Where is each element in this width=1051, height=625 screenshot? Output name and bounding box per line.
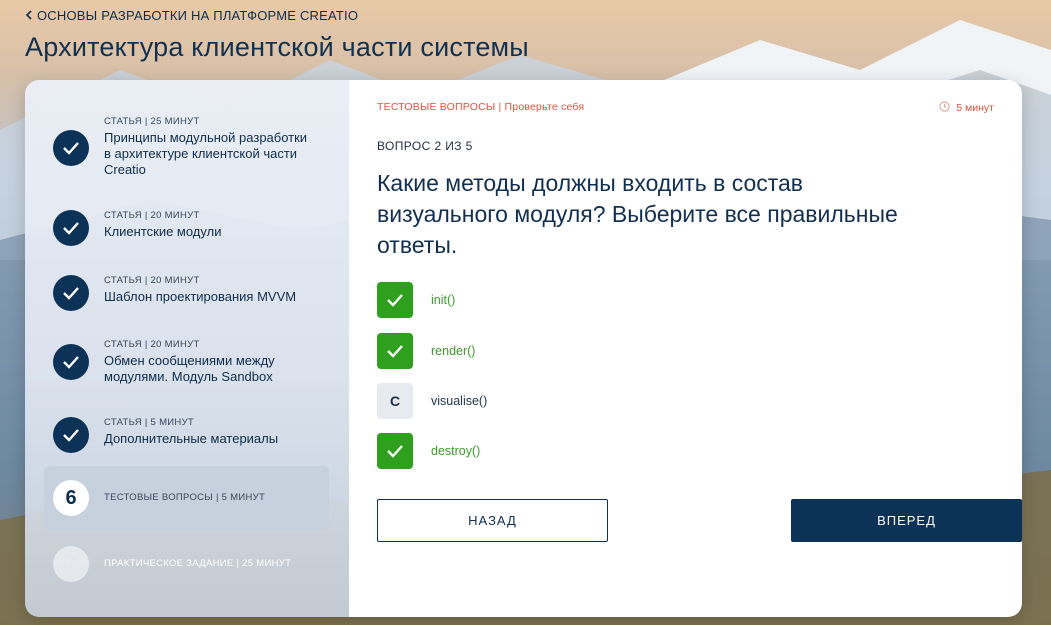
step-meta: СТАТЬЯ | 5 МИНУТ xyxy=(104,417,195,428)
chevron-left-icon xyxy=(25,8,33,23)
sidebar-step-1[interactable]: СТАТЬЯ | 25 МИНУТ Принципы модульной раз… xyxy=(44,114,329,182)
course-sidebar: СТАТЬЯ | 25 МИНУТ Принципы модульной раз… xyxy=(25,80,349,617)
step-meta: ПРАКТИЧЕСКОЕ ЗАДАНИЕ | 25 МИНУТ xyxy=(104,558,292,569)
step-number-badge: 7 xyxy=(53,546,89,582)
step-number: 7 xyxy=(64,551,78,576)
answer-label: destroy() xyxy=(431,444,481,458)
step-meta: СТАТЬЯ | 20 МИНУТ xyxy=(104,210,200,221)
completed-check-icon xyxy=(53,344,89,380)
step-meta: СТАТЬЯ | 25 МИНУТ xyxy=(104,116,200,127)
sidebar-step-7-locked: 7 ПРАКТИЧЕСКОЕ ЗАДАНИЕ | 25 МИНУТ xyxy=(44,544,329,584)
step-title: Шаблон проектирования MVVM xyxy=(104,289,297,304)
answer-option-3[interactable]: C visualise() xyxy=(377,383,487,419)
timer-text: 5 минут xyxy=(956,102,994,114)
step-number-badge: 6 xyxy=(53,480,89,516)
lesson-card: СТАТЬЯ | 25 МИНУТ Принципы модульной раз… xyxy=(25,80,1022,617)
question-text: Какие методы должны входить в состав виз… xyxy=(377,170,898,258)
step-title: Дополнительные материалы xyxy=(104,431,279,446)
check-icon xyxy=(387,345,403,358)
sidebar-step-6-active[interactable]: 6 ТЕСТОВЫЕ ВОПРОСЫ | 5 МИНУТ xyxy=(44,466,329,530)
quiz-section-label: ТЕСТОВЫЕ ВОПРОСЫ | Проверьте себя xyxy=(377,101,585,113)
question-counter: ВОПРОС 2 ИЗ 5 xyxy=(377,139,473,153)
answer-label: visualise() xyxy=(431,394,488,408)
breadcrumb[interactable]: ОСНОВЫ РАЗРАБОТКИ НА ПЛАТФОРМЕ CREATIO xyxy=(25,8,529,23)
page-title: Архитектура клиентской части системы xyxy=(25,32,529,62)
check-icon xyxy=(387,445,403,458)
answer-option-1[interactable]: init() xyxy=(377,282,455,318)
sidebar-step-2[interactable]: СТАТЬЯ | 20 МИНУТ Клиентские модули xyxy=(44,208,329,248)
answer-label: render() xyxy=(431,344,476,358)
step-title: Принципы модульной разработки в архитект… xyxy=(104,130,308,177)
checkbox-checked[interactable] xyxy=(377,433,413,469)
answer-letter: C xyxy=(389,393,401,409)
step-number: 6 xyxy=(65,486,77,509)
step-meta: СТАТЬЯ | 20 МИНУТ xyxy=(104,275,200,286)
sidebar-step-4[interactable]: СТАТЬЯ | 20 МИНУТ Обмен сообщениями межд… xyxy=(44,336,329,390)
answer-option-4[interactable]: destroy() xyxy=(377,433,480,469)
completed-check-icon xyxy=(53,210,89,246)
checkbox-checked[interactable] xyxy=(377,282,413,318)
answer-label: init() xyxy=(431,293,456,307)
next-button[interactable]: ВПЕРЕД xyxy=(791,499,1022,542)
checkbox-checked[interactable] xyxy=(377,333,413,369)
checkbox-unchecked[interactable]: C xyxy=(377,383,413,419)
step-title: Клиентские модули xyxy=(104,224,222,239)
sidebar-step-3[interactable]: СТАТЬЯ | 20 МИНУТ Шаблон проектирования … xyxy=(44,273,329,313)
back-button[interactable]: НАЗАД xyxy=(377,499,608,542)
sidebar-step-5[interactable]: СТАТЬЯ | 5 МИНУТ Дополнительные материал… xyxy=(44,415,329,455)
step-meta: СТАТЬЯ | 20 МИНУТ xyxy=(104,339,200,350)
check-icon xyxy=(387,294,403,307)
completed-check-icon xyxy=(53,417,89,453)
answer-option-2[interactable]: render() xyxy=(377,333,475,369)
quiz-panel: ТЕСТОВЫЕ ВОПРОСЫ | Проверьте себя 5 мину… xyxy=(349,80,1022,617)
quiz-timer: 5 минут xyxy=(939,101,994,115)
step-title: Обмен сообщениями между модулями. Модуль… xyxy=(104,353,275,384)
clock-icon xyxy=(939,101,950,115)
step-meta: ТЕСТОВЫЕ ВОПРОСЫ | 5 МИНУТ xyxy=(104,492,266,503)
breadcrumb-label[interactable]: ОСНОВЫ РАЗРАБОТКИ НА ПЛАТФОРМЕ CREATIO xyxy=(37,8,358,23)
completed-check-icon xyxy=(53,275,89,311)
completed-check-icon xyxy=(53,130,89,166)
